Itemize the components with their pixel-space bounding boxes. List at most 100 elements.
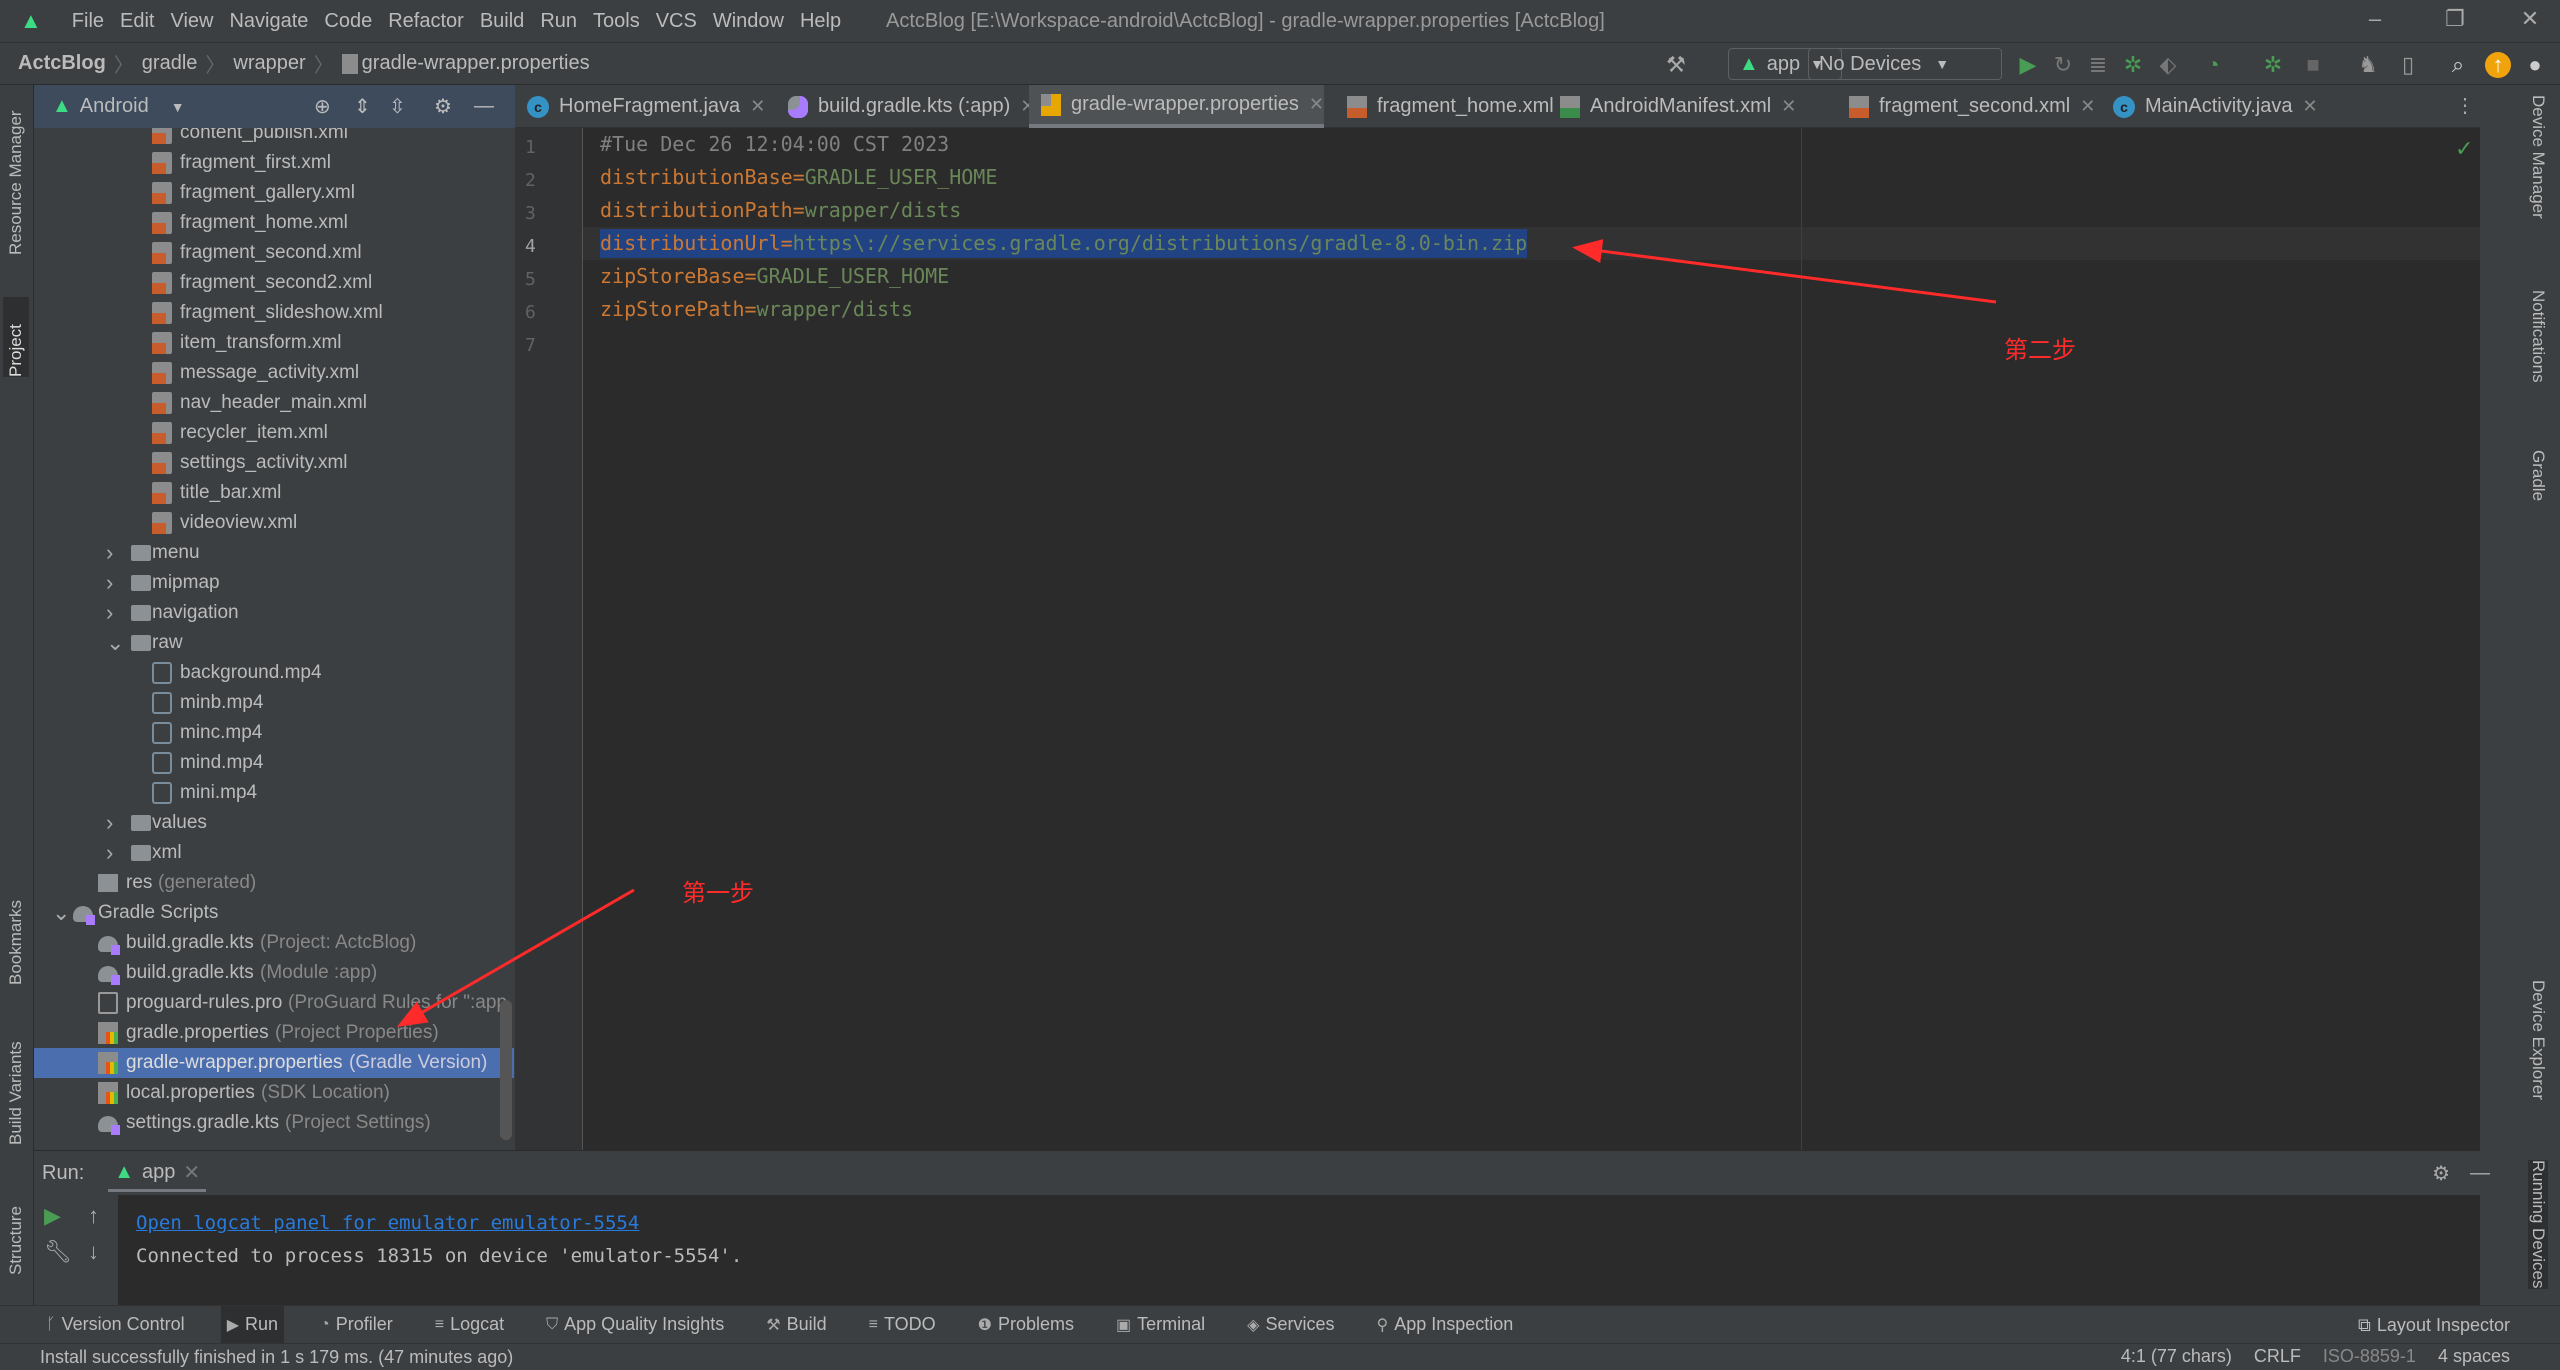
tree-item[interactable]: gradle-wrapper.properties (Gradle Version… [34, 1048, 514, 1078]
close-tab-icon[interactable]: ✕ [750, 96, 765, 117]
tree-item[interactable]: background.mp4 [34, 658, 514, 688]
menu-tools[interactable]: Tools [593, 10, 640, 33]
attach-debugger-icon[interactable]: ⬖ [2155, 52, 2181, 78]
close-tab-icon[interactable]: ✕ [1309, 94, 1324, 115]
scroll-up-icon[interactable]: ↑ [88, 1203, 99, 1229]
tool-logcat[interactable]: ≡ Logcat [429, 1306, 510, 1344]
tab-build[interactable]: build.gradle.kts (:app) ✕ [776, 85, 1035, 128]
tab-gradle-wrapper[interactable]: gradle-wrapper.properties ✕ [1029, 85, 1324, 128]
tree-item[interactable]: › menu [34, 538, 514, 568]
tree-item[interactable]: minc.mp4 [34, 718, 514, 748]
gear-icon[interactable]: ⚙ [434, 94, 452, 119]
breadcrumb-item[interactable]: ActcBlog [18, 52, 106, 75]
tree-item[interactable]: gradle.properties (Project Properties) [34, 1018, 514, 1048]
tool-todo[interactable]: ≡ TODO [863, 1306, 942, 1344]
account-icon[interactable]: ● [2522, 52, 2548, 78]
tool-resource-manager[interactable]: Resource Manager [6, 105, 26, 255]
chevron-down-icon[interactable]: ▼ [171, 99, 185, 115]
tree-item[interactable]: settings.gradle.kts (Project Settings) [34, 1108, 514, 1138]
tool-build-variants[interactable]: Build Variants [6, 1025, 26, 1145]
build-hammer-icon[interactable]: ⚒ [1663, 52, 1689, 78]
gear-icon[interactable]: ⚙ [2432, 1161, 2450, 1186]
chevron-right-icon[interactable]: › [106, 810, 113, 836]
tree-item[interactable]: fragment_home.xml [34, 208, 514, 238]
tree-item[interactable]: content_publish.xml [34, 128, 514, 148]
indent-setting[interactable]: 4 spaces [2438, 1346, 2510, 1367]
run-icon[interactable]: ▶ [2015, 52, 2041, 78]
tool-version-control[interactable]: ᚴ Version Control [40, 1306, 191, 1344]
tool-services[interactable]: ◈ Services [1241, 1306, 1340, 1344]
tool-project[interactable]: Project [3, 297, 29, 377]
tab-fragment_home[interactable]: fragment_home.xml✕ [1335, 85, 1579, 128]
run-tab-app[interactable]: ▲ app ✕ [108, 1154, 207, 1192]
tab-mainactivity[interactable]: c MainActivity.java ✕ [2101, 85, 2318, 128]
sync-gradle-icon[interactable]: ♞ [2355, 52, 2381, 78]
tree-item[interactable]: item_transform.xml [34, 328, 514, 358]
tool-running-devices[interactable]: Running Devices [2528, 1160, 2548, 1289]
tree-item[interactable]: build.gradle.kts (Module :app) [34, 958, 514, 988]
device-manager-icon[interactable]: ▯ [2395, 52, 2421, 78]
project-scrollbar[interactable] [500, 1000, 512, 1140]
close-icon[interactable]: ✕ [183, 1160, 200, 1185]
close-tab-icon[interactable]: ✕ [2080, 96, 2095, 117]
tool-gradle[interactable]: Gradle [2528, 450, 2548, 501]
menu-window[interactable]: Window [713, 10, 784, 33]
tree-item[interactable]: res (generated) [34, 868, 514, 898]
tool-notifications[interactable]: Notifications [2528, 290, 2548, 383]
menu-code[interactable]: Code [324, 10, 372, 33]
close-window-button[interactable]: ✕ [2510, 6, 2550, 36]
minimize-button[interactable]: – [2355, 6, 2395, 36]
tool-bookmarks[interactable]: Bookmarks [6, 885, 26, 985]
search-icon[interactable]: ⌕ [2445, 52, 2471, 78]
tab-homefragment[interactable]: c HomeFragment.java ✕ [515, 85, 765, 128]
tree-item[interactable]: ⌄ raw [34, 628, 514, 658]
tree-item[interactable]: message_activity.xml [34, 358, 514, 388]
stop-icon[interactable]: ■ [2300, 52, 2326, 78]
tree-item[interactable]: mini.mp4 [34, 778, 514, 808]
locate-icon[interactable]: ⊕ [314, 94, 331, 119]
apply-changes-icon[interactable]: ↻ [2050, 52, 2076, 78]
code-editor[interactable]: 1 2 3 4 5 6 7 #Tue Dec 26 12:04:00 CST 2023 dis… [515, 128, 2480, 1150]
status-message[interactable]: Install successfully finished in 1 s 179… [40, 1347, 513, 1368]
tool-terminal[interactable]: ▣ Terminal [1110, 1306, 1211, 1344]
tool-app-inspection[interactable]: ⚲ App Inspection [1370, 1306, 1519, 1344]
tool-problems[interactable]: ❶ Problems [972, 1306, 1080, 1344]
tree-item[interactable]: build.gradle.kts (Project: ActcBlog) [34, 928, 514, 958]
menu-view[interactable]: View [170, 10, 213, 33]
open-logcat-link[interactable]: Open logcat panel for emulator emulator-… [136, 1212, 639, 1234]
breadcrumb-item[interactable]: gradle-wrapper.properties [362, 52, 590, 75]
caret-position[interactable]: 4:1 (77 chars) [2121, 1346, 2232, 1367]
menu-edit[interactable]: Edit [120, 10, 154, 33]
tree-item[interactable]: fragment_gallery.xml [34, 178, 514, 208]
menu-refactor[interactable]: Refactor [388, 10, 464, 33]
scroll-down-icon[interactable]: ↓ [88, 1239, 99, 1265]
tool-layout-inspector[interactable]: ⧉ Layout Inspector [2358, 1315, 2510, 1336]
wrench-icon[interactable]: 🔧︎ [44, 1239, 72, 1265]
update-icon[interactable]: ↑ [2485, 52, 2511, 78]
chevron-right-icon[interactable]: › [106, 840, 113, 866]
tree-item[interactable]: fragment_second2.xml [34, 268, 514, 298]
tree-item[interactable]: settings_activity.xml [34, 448, 514, 478]
menu-navigate[interactable]: Navigate [229, 10, 308, 33]
tree-item[interactable]: minb.mp4 [34, 688, 514, 718]
tree-item[interactable]: ⌄ Gradle Scripts [34, 898, 514, 928]
debug-attach-icon[interactable]: ✲ [2260, 52, 2286, 78]
tool-device-explorer[interactable]: Device Explorer [2528, 980, 2548, 1100]
hide-panel-icon[interactable]: — [2470, 1162, 2490, 1185]
tree-item[interactable]: fragment_first.xml [34, 148, 514, 178]
tree-item[interactable]: proguard-rules.pro (ProGuard Rules for ":… [34, 988, 514, 1018]
tab-androidmanifest[interactable]: AndroidManifest.xml ✕ [1548, 85, 1796, 128]
tool-run[interactable]: ▶ Run [220, 1305, 285, 1344]
tool-app-quality-insights[interactable]: ⛉ App Quality Insights [540, 1306, 730, 1344]
chevron-right-icon[interactable]: › [106, 540, 113, 566]
expand-all-icon[interactable]: ⇕ [354, 94, 371, 119]
project-view-select[interactable]: Android [80, 95, 149, 118]
tree-item[interactable]: › navigation [34, 598, 514, 628]
menu-file[interactable]: File [72, 10, 104, 33]
tree-item[interactable]: title_bar.xml [34, 478, 514, 508]
chevron-down-icon[interactable]: ⌄ [52, 900, 70, 926]
profile-icon[interactable]: ◔ [2200, 52, 2226, 78]
no-problems-check-icon[interactable]: ✓ [2455, 136, 2473, 162]
breadcrumb-item[interactable]: gradle [142, 52, 198, 75]
tool-build[interactable]: ⚒ Build [760, 1306, 832, 1344]
